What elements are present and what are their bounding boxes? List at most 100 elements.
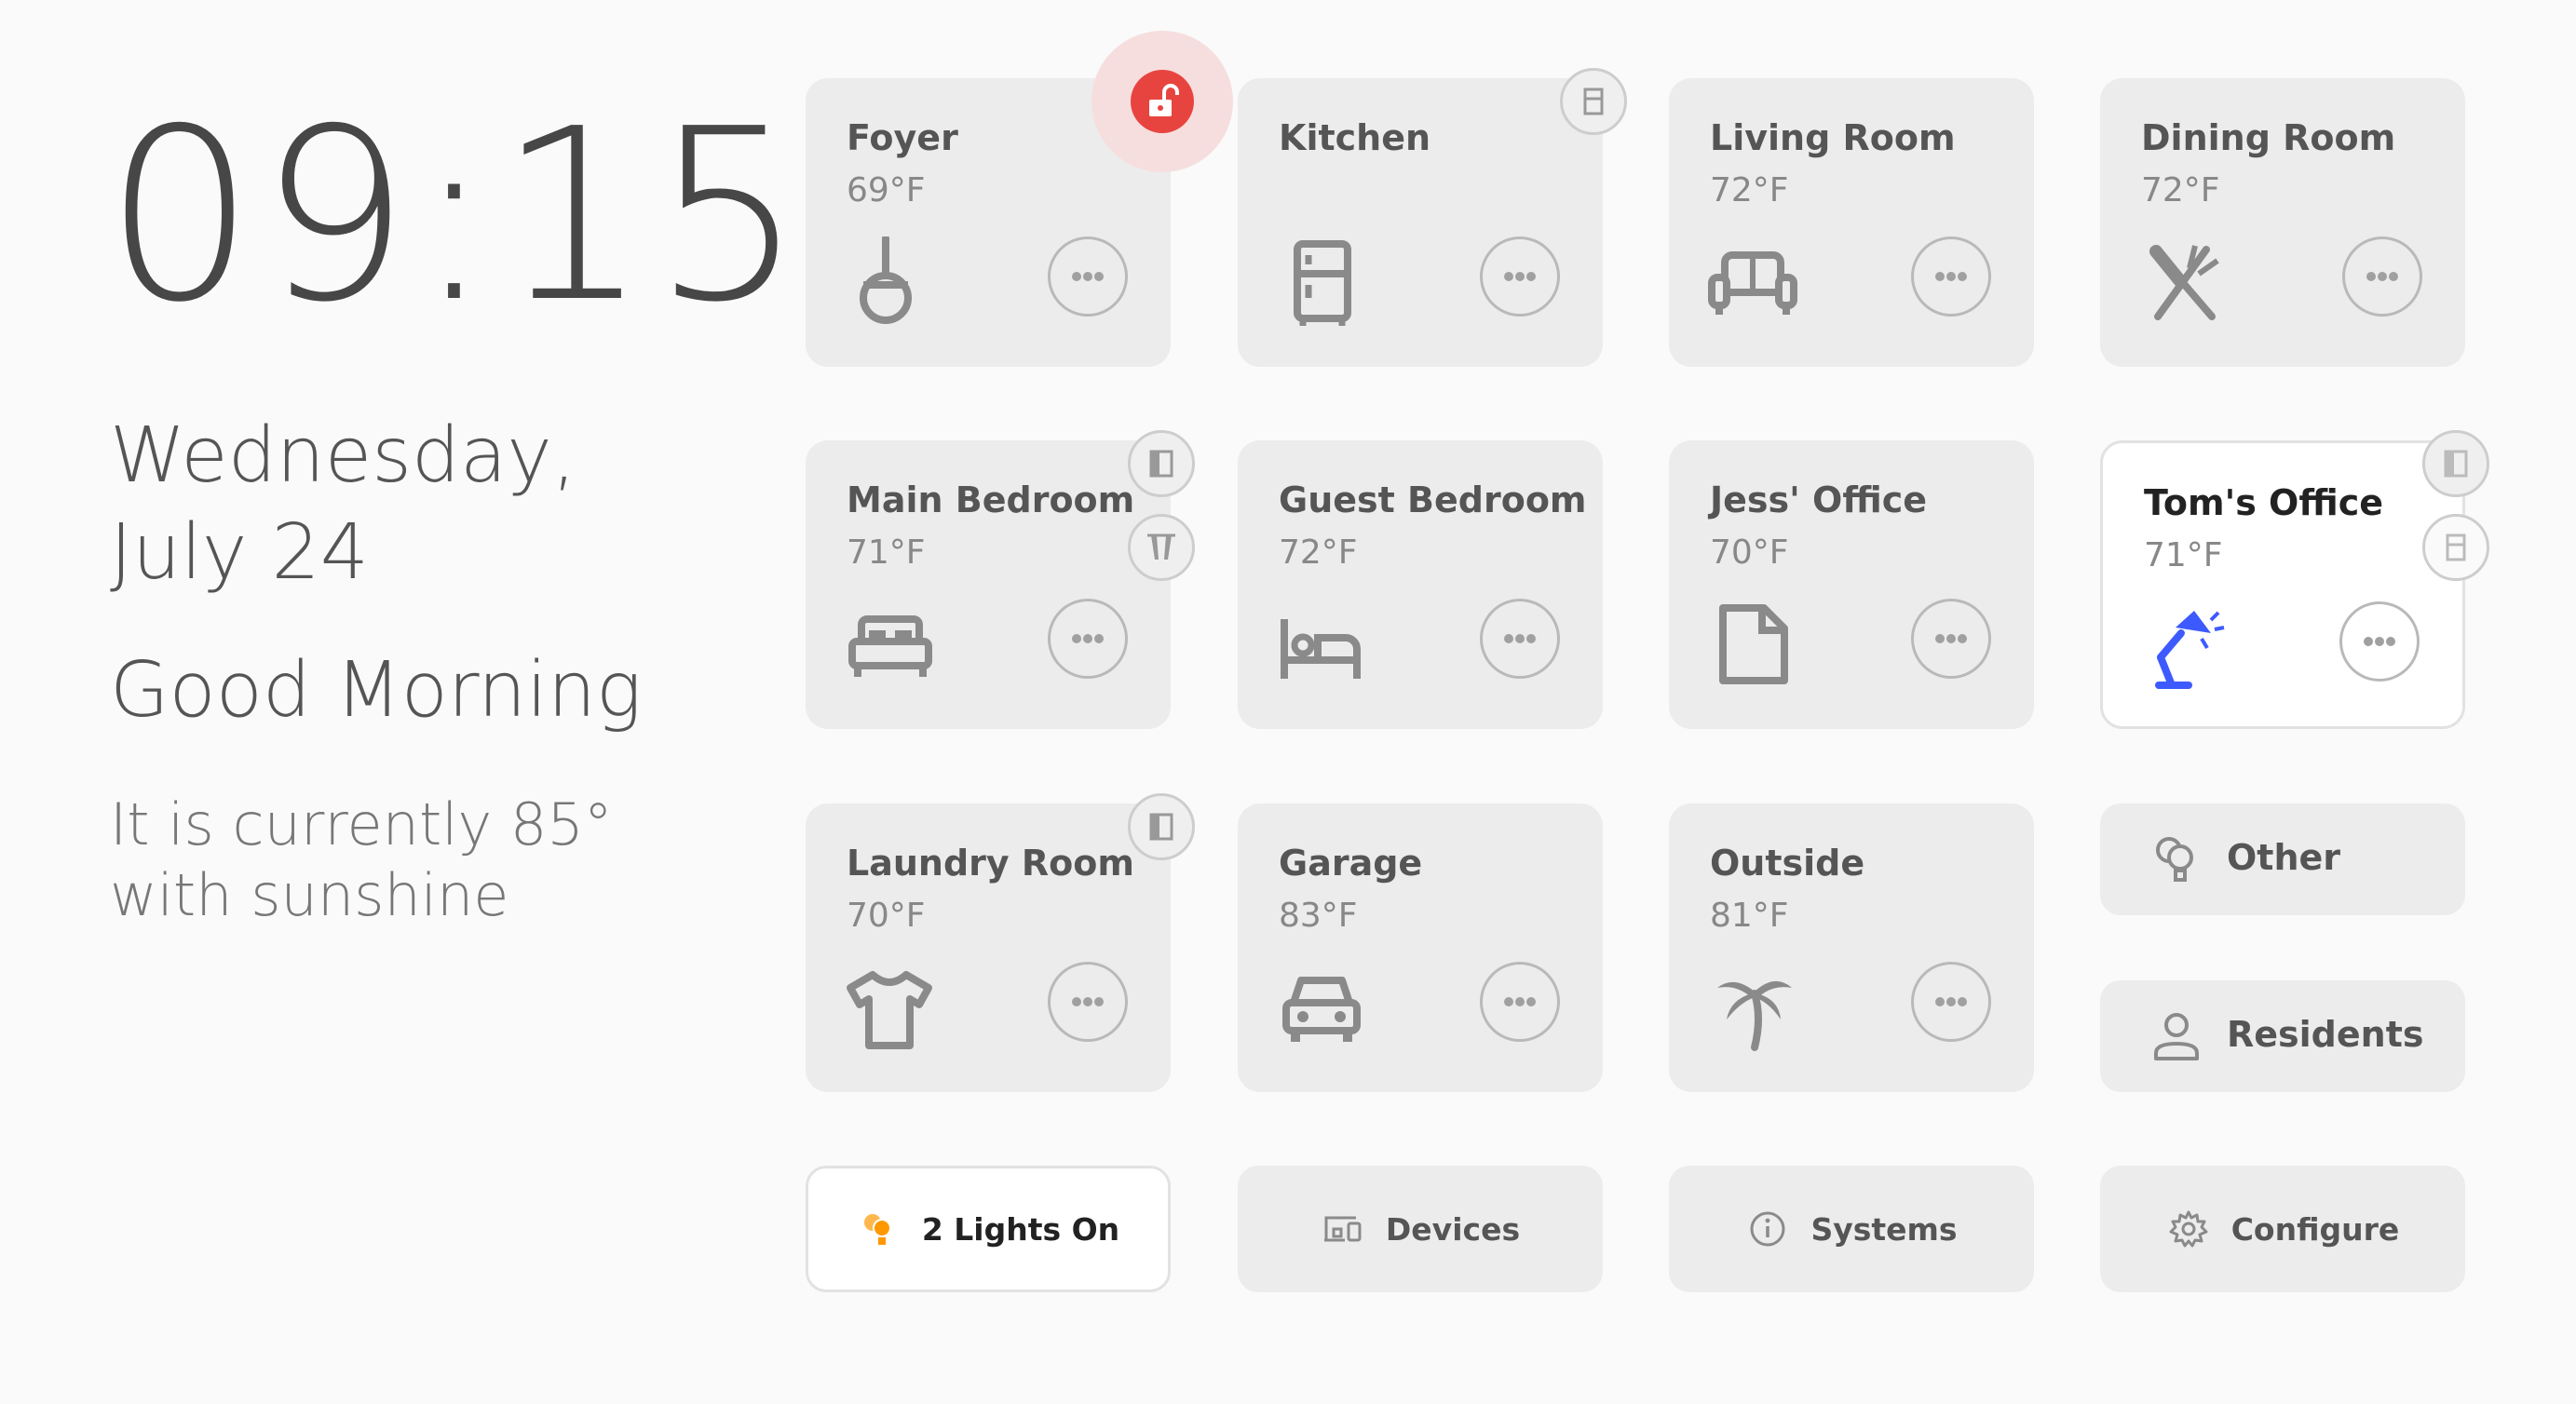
lock-open-icon (1149, 84, 1179, 116)
lights-on-button[interactable]: 2 Lights On (806, 1166, 1171, 1292)
more-options-button[interactable] (2342, 236, 2422, 317)
curtains-icon (1147, 533, 1175, 560)
more-options-button[interactable] (1048, 599, 1128, 679)
dots-horizontal-icon (1072, 634, 1104, 643)
more-options-button[interactable] (1911, 599, 1991, 679)
fridge-small-icon (1583, 88, 1604, 115)
room-tile-main-bedroom[interactable]: Main Bedroom 71°F (806, 440, 1171, 729)
room-tile-jess-office[interactable]: Jess' Office 70°F (1669, 440, 2034, 729)
room-name: Tom's Office (2144, 482, 2384, 523)
room-name: Foyer (847, 117, 958, 158)
room-temperature: 71°F (847, 533, 926, 572)
car-icon (1282, 977, 1361, 1042)
room-tile-dining-room[interactable]: Dining Room 72°F (2100, 78, 2465, 367)
double-bed-icon (848, 615, 932, 677)
other-label: Other (2227, 837, 2341, 878)
room-name: Outside (1710, 843, 1865, 884)
dots-horizontal-icon (2366, 272, 2398, 281)
room-tile-toms-office[interactable]: Tom's Office 71°F (2100, 440, 2465, 729)
devices-button[interactable]: Devices (1238, 1166, 1603, 1292)
residents-button[interactable]: Residents (2100, 980, 2465, 1092)
weather-summary: It is currently 85° with sunshine (110, 790, 613, 929)
date-text: Wednesday, July 24 (110, 412, 576, 597)
lightbulb-group-icon (2156, 837, 2193, 882)
other-button[interactable]: Other (2100, 803, 2465, 915)
lights-on-label: 2 Lights On (921, 1210, 1120, 1248)
person-icon (2154, 1013, 2199, 1060)
single-bed-icon (1281, 619, 1361, 679)
curtains-badge[interactable] (1128, 514, 1195, 581)
room-name: Jess' Office (1710, 479, 1927, 520)
greeting-text: Good Morning (110, 646, 643, 735)
more-options-button[interactable] (2339, 601, 2420, 682)
door-icon (2444, 450, 2468, 478)
room-name: Dining Room (2141, 117, 2396, 158)
door-icon (1149, 450, 1173, 478)
clock-time: 09:15 (104, 78, 807, 355)
ceiling-light-icon (860, 236, 912, 324)
devices-label: Devices (1385, 1210, 1521, 1248)
room-tile-guest-bedroom[interactable]: Guest Bedroom 72°F (1238, 440, 1603, 729)
lightbulb-group-on-icon (863, 1214, 891, 1245)
room-temperature: 70°F (847, 897, 926, 935)
room-temperature: 71°F (2144, 536, 2223, 574)
room-name: Guest Bedroom (1279, 479, 1587, 520)
room-tile-garage[interactable]: Garage 83°F (1238, 803, 1603, 1092)
info-icon (1750, 1211, 1785, 1247)
room-name: Kitchen (1279, 117, 1431, 158)
document-icon (1719, 604, 1788, 684)
dots-horizontal-icon (1935, 997, 1967, 1006)
room-name: Main Bedroom (847, 479, 1135, 520)
room-tile-laundry-room[interactable]: Laundry Room 70°F (806, 803, 1171, 1092)
room-temperature: 83°F (1279, 897, 1358, 935)
room-temperature: 81°F (1710, 897, 1789, 935)
desk-lamp-icon (2155, 611, 2225, 689)
silverware-icon (2149, 245, 2219, 320)
more-options-button[interactable] (1048, 236, 1128, 317)
kitchen-appliance-badge[interactable] (1560, 68, 1627, 135)
room-temperature: 72°F (2141, 171, 2220, 209)
more-options-button[interactable] (1480, 962, 1560, 1042)
more-options-button[interactable] (1911, 236, 1991, 317)
room-tile-living-room[interactable]: Living Room 72°F (1669, 78, 2034, 367)
room-tile-kitchen[interactable]: Kitchen (1238, 78, 1603, 367)
dots-horizontal-icon (1504, 272, 1536, 281)
dots-horizontal-icon (1935, 272, 1967, 281)
dots-horizontal-icon (1504, 997, 1536, 1006)
appliance-badge[interactable] (2422, 514, 2489, 581)
palm-tree-icon (1717, 980, 1792, 1051)
residents-label: Residents (2227, 1014, 2424, 1055)
dots-horizontal-icon (2364, 637, 2395, 646)
configure-label: Configure (2230, 1210, 2400, 1248)
room-tile-outside[interactable]: Outside 81°F (1669, 803, 2034, 1092)
configure-button[interactable]: Configure (2100, 1166, 2465, 1292)
sofa-icon (1708, 251, 1797, 315)
dots-horizontal-icon (1072, 997, 1104, 1006)
room-name: Garage (1279, 843, 1423, 884)
dots-horizontal-icon (1935, 634, 1967, 643)
lock-unlocked-badge[interactable] (1131, 70, 1194, 133)
room-temperature: 72°F (1279, 533, 1358, 572)
gear-icon (2169, 1210, 2208, 1248)
room-temperature: 72°F (1710, 171, 1789, 209)
door-badge[interactable] (1128, 793, 1195, 860)
systems-button[interactable]: Systems (1669, 1166, 2034, 1292)
door-badge[interactable] (1128, 430, 1195, 497)
door-icon (1149, 813, 1173, 841)
tshirt-icon (847, 971, 932, 1049)
more-options-button[interactable] (1480, 599, 1560, 679)
dots-horizontal-icon (1504, 634, 1536, 643)
room-name: Living Room (1710, 117, 1956, 158)
more-options-button[interactable] (1048, 962, 1128, 1042)
more-options-button[interactable] (1911, 962, 1991, 1042)
dots-horizontal-icon (1072, 272, 1104, 281)
room-temperature: 69°F (847, 171, 926, 209)
fridge-small-icon (2446, 533, 2466, 561)
room-name: Laundry Room (847, 843, 1134, 884)
systems-label: Systems (1810, 1210, 1958, 1248)
door-badge[interactable] (2422, 430, 2489, 497)
fridge-icon (1294, 240, 1351, 326)
more-options-button[interactable] (1480, 236, 1560, 317)
room-temperature: 70°F (1710, 533, 1789, 572)
devices-icon (1323, 1216, 1362, 1242)
